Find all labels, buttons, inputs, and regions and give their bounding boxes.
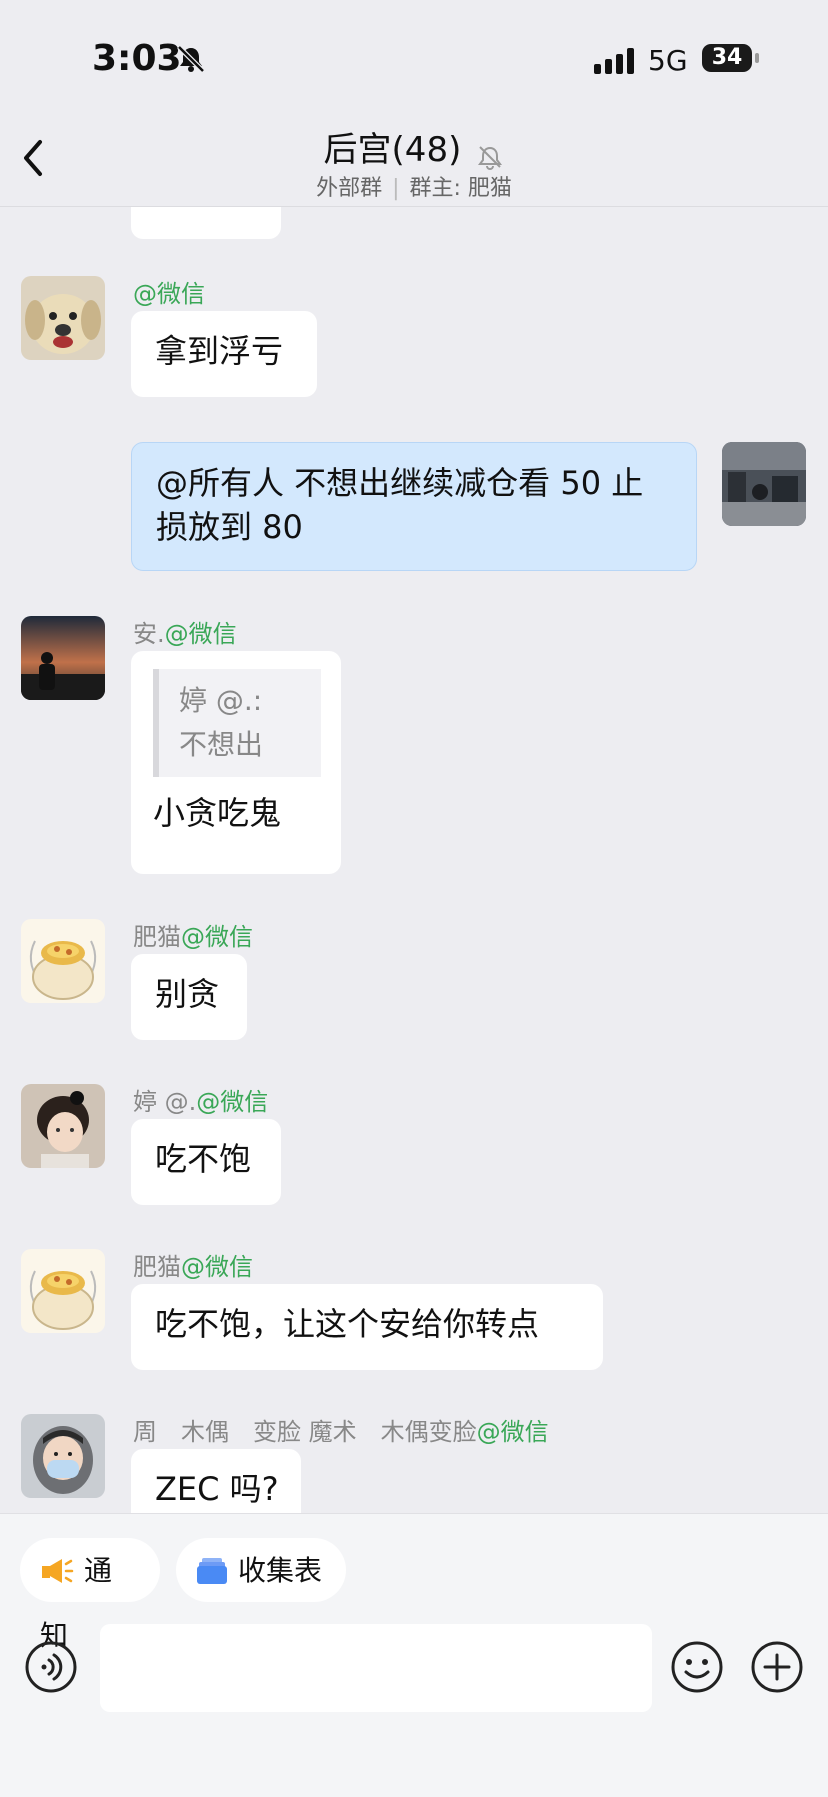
message-bubble[interactable]: ZEC 吗? <box>131 1449 301 1513</box>
message-bubble[interactable]: 吃不饱 <box>131 1119 281 1205</box>
message-sender: 肥猫@微信 <box>133 1247 253 1282</box>
girl-avatar-icon <box>21 1084 105 1168</box>
avatar[interactable] <box>21 276 105 360</box>
megaphone-icon <box>42 1559 74 1583</box>
quoted-message[interactable]: 婷 @.: 不想出 <box>153 669 321 777</box>
chat-header: 后宫(48) 外部群 | 群主: 肥猫 <box>0 110 828 207</box>
message-bubble-partial[interactable] <box>131 207 281 239</box>
message-bubble[interactable]: 拿到浮亏 <box>131 311 317 397</box>
wechat-tag: @微信 <box>476 1418 549 1446</box>
avatar[interactable] <box>21 1084 105 1168</box>
message-sender: 婷 @.@微信 <box>133 1082 268 1117</box>
bell-slash-icon <box>478 145 503 170</box>
avatar[interactable] <box>21 1414 105 1498</box>
message-text: 吃不饱 <box>155 1140 252 1178</box>
message-text: 别贪 <box>155 975 220 1013</box>
signal-icon <box>594 48 634 74</box>
title-row[interactable]: 后宫(48) <box>0 122 828 171</box>
form-button[interactable]: 收集表 <box>176 1538 346 1602</box>
message-bubble[interactable]: 别贪 <box>131 954 247 1040</box>
message-sender: @微信 <box>133 274 205 309</box>
sender-name: 安. <box>133 620 165 648</box>
quote-author: 婷 @.: <box>179 684 263 717</box>
avatar-self[interactable] <box>722 442 806 526</box>
notice-button[interactable]: 通知 <box>20 1538 160 1652</box>
network-type: 5G <box>648 44 688 77</box>
message-bubble[interactable]: 婷 @.: 不想出 小贪吃鬼 <box>131 651 341 874</box>
form-stack-icon <box>197 1558 227 1584</box>
avatar[interactable] <box>21 919 105 1003</box>
egg-tart-avatar-icon <box>21 1249 105 1333</box>
message-list[interactable]: @微信 拿到浮亏 @所有人 不想出继续减仓看 50 止损放到 80 安.@微信 <box>0 207 828 1513</box>
message-text: @所有人 不想出继续减仓看 50 止损放到 80 <box>156 464 644 546</box>
message-text: 吃不饱，让这个安给你转点 <box>155 1305 540 1343</box>
group-owner: 群主: 肥猫 <box>409 176 512 201</box>
masked-boy-avatar-icon <box>21 1414 105 1498</box>
status-bar: 3:03 5G 34 <box>0 0 828 110</box>
wechat-tag: @微信 <box>196 1088 269 1116</box>
avatar[interactable] <box>21 616 105 700</box>
message-bubble[interactable]: 吃不饱，让这个安给你转点 <box>131 1284 603 1370</box>
sender-name: 周 木偶 变脸 魔术 木偶变脸 <box>133 1418 477 1446</box>
message-sender: 安.@微信 <box>133 614 237 649</box>
group-type: 外部群 <box>316 176 383 201</box>
message-bubble-self[interactable]: @所有人 不想出继续减仓看 50 止损放到 80 <box>131 442 697 571</box>
battery-cap <box>755 53 759 63</box>
input-area: 通知 收集表 <box>0 1513 828 1797</box>
message-input[interactable] <box>100 1624 652 1712</box>
form-label: 收集表 <box>238 1554 323 1587</box>
emoji-icon[interactable] <box>670 1640 724 1694</box>
message-text: 小贪吃鬼 <box>153 794 282 832</box>
sender-name: 肥猫 <box>133 923 181 951</box>
message-text: 拿到浮亏 <box>155 332 284 370</box>
sender-name: 婷 @. <box>133 1088 197 1116</box>
wechat-tag: @微信 <box>181 1253 253 1281</box>
voice-input-icon[interactable] <box>24 1640 78 1694</box>
group-subtitle: 外部群 | 群主: 肥猫 <box>0 170 828 202</box>
message-sender: 肥猫@微信 <box>133 917 253 952</box>
quote-text: 不想出 <box>179 728 264 761</box>
sunset-avatar-icon <box>21 616 105 700</box>
sender-name: 肥猫 <box>133 1253 181 1281</box>
wechat-tag: @微信 <box>181 923 253 951</box>
egg-tart-avatar-icon <box>21 919 105 1003</box>
avatar[interactable] <box>21 1249 105 1333</box>
message-text: ZEC 吗? <box>155 1470 279 1508</box>
battery-level: 34 <box>702 44 752 72</box>
bell-slash-icon <box>177 45 205 73</box>
wechat-tag: @微信 <box>133 280 205 308</box>
dog-avatar-icon <box>21 276 105 360</box>
plus-circle-icon[interactable] <box>750 1640 804 1694</box>
page-title: 后宫(48) <box>323 130 462 170</box>
message-sender: 周 木偶 变脸 魔术 木偶变脸@微信 <box>133 1412 549 1447</box>
wechat-tag: @微信 <box>164 620 237 648</box>
room-photo-avatar-icon <box>722 442 806 526</box>
subtitle-divider: | <box>392 176 400 201</box>
status-time: 3:03 <box>92 38 182 79</box>
